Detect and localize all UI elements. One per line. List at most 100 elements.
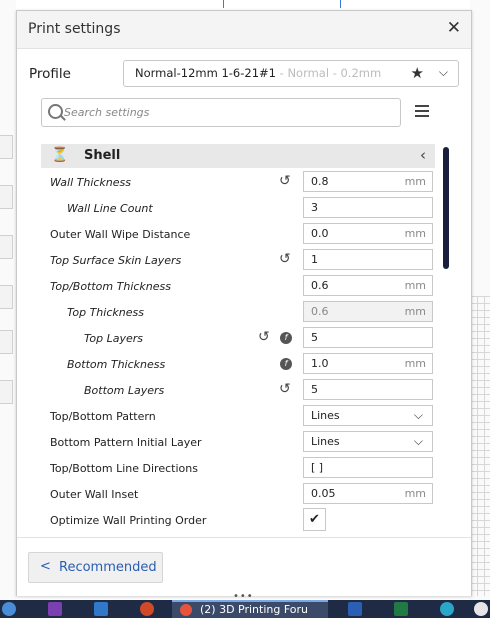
setting-label: Wall Thickness [50, 176, 131, 189]
function-icon[interactable]: f [280, 332, 292, 344]
shell-icon: ⏳ [51, 147, 69, 163]
setting-value: 0.05 [311, 487, 336, 500]
chevron-down-icon: ⌵ [413, 408, 423, 422]
setting-input[interactable]: 0.6 mm [303, 275, 433, 296]
background-tool-icon [0, 235, 13, 259]
setting-label: Top/Bottom Line Directions [50, 462, 198, 475]
setting-value: 0.6 [311, 305, 329, 318]
setting-row-outer-wall-inset: Outer Wall Inset 0.05 mm [17, 482, 471, 508]
setting-value: 5 [311, 383, 318, 396]
setting-value: Lines [311, 409, 340, 422]
setting-input[interactable]: 3 [303, 197, 433, 218]
setting-unit: mm [404, 487, 426, 500]
setting-label: Top/Bottom Pattern [50, 410, 156, 423]
reset-icon[interactable]: ↺ [279, 251, 291, 267]
setting-row-top-surface-skin-layers: Top Surface Skin Layers ↺ 1 [17, 248, 471, 274]
search-icon [48, 104, 63, 119]
start-icon[interactable] [2, 602, 16, 616]
reset-icon[interactable]: ↺ [279, 173, 291, 189]
settings-menu-icon[interactable] [415, 105, 429, 117]
setting-row-optimize-wall-order: Optimize Wall Printing Order ✔ [17, 508, 471, 534]
setting-input[interactable]: 0.0 mm [303, 223, 433, 244]
taskbar: (2) 3D Printing Foru [0, 600, 490, 618]
setting-unit: mm [404, 175, 426, 188]
setting-value: 0.6 [311, 279, 329, 292]
setting-label: Top Layers [84, 332, 143, 345]
background-left-strip [0, 0, 16, 600]
panel-title: Print settings [28, 21, 121, 37]
setting-label: Wall Line Count [67, 202, 153, 215]
setting-input[interactable]: [ ] [303, 457, 433, 478]
setting-input[interactable]: 5 [303, 327, 433, 348]
setting-row-line-directions: Top/Bottom Line Directions [ ] [17, 456, 471, 482]
print-settings-panel: Print settings ✕ Profile Normal-12mm 1-6… [16, 10, 472, 596]
setting-label: Bottom Layers [84, 384, 165, 397]
reset-icon[interactable]: ↺ [279, 381, 291, 397]
setting-value: 1 [311, 253, 318, 266]
setting-unit: mm [404, 279, 426, 292]
setting-row-bottom-thickness: Bottom Thickness f 1.0 mm [17, 352, 471, 378]
setting-input[interactable]: 1 [303, 249, 433, 270]
setting-input[interactable]: 1.0 mm [303, 353, 433, 374]
checkmark-icon: ✔ [309, 512, 320, 527]
setting-label: Outer Wall Inset [50, 488, 139, 501]
powerpoint-icon[interactable] [140, 602, 154, 616]
viewport-axis-mark [340, 0, 341, 8]
setting-row-bottom-pattern-initial-layer: Bottom Pattern Initial Layer Lines ⌵ [17, 430, 471, 456]
setting-label: Bottom Thickness [67, 358, 166, 371]
setting-row-wall-thickness: Wall Thickness ↺ 0.8 mm [17, 170, 471, 196]
setting-value: 3 [311, 201, 318, 214]
setting-dropdown[interactable]: Lines ⌵ [303, 405, 433, 426]
app-icon[interactable] [474, 602, 488, 616]
profile-dropdown[interactable]: Normal-12mm 1-6-21#1 - Normal - 0.2mm ★ … [123, 60, 459, 87]
taskbar-active-task[interactable]: (2) 3D Printing Foru [172, 600, 328, 618]
setting-checkbox[interactable]: ✔ [303, 508, 326, 531]
browser-icon [180, 604, 192, 616]
recommended-button[interactable]: < Recommended [28, 552, 163, 583]
panel-footer: < Recommended [17, 537, 471, 596]
category-header-shell[interactable]: ⏳ Shell ‹ [41, 144, 435, 168]
function-icon[interactable]: f [280, 358, 292, 370]
setting-value: 1.0 [311, 357, 329, 370]
setting-value: 0.0 [311, 227, 329, 240]
setting-label: Bottom Pattern Initial Layer [50, 436, 202, 449]
setting-label: Top Surface Skin Layers [50, 254, 182, 267]
setting-input[interactable]: 5 [303, 379, 433, 400]
setting-row-top-layers: Top Layers ↺ f 5 [17, 326, 471, 352]
star-icon[interactable]: ★ [411, 64, 424, 82]
setting-value: Lines [311, 435, 340, 448]
excel-icon[interactable] [394, 602, 408, 616]
chevron-left-icon[interactable]: ‹ [420, 146, 426, 164]
setting-unit: mm [404, 305, 426, 318]
setting-row-top-thickness: Top Thickness 0.6 mm [17, 300, 471, 326]
setting-row-wall-line-count: Wall Line Count 3 [17, 196, 471, 222]
word-icon[interactable] [348, 602, 362, 616]
setting-input[interactable]: 0.05 mm [303, 483, 433, 504]
close-icon[interactable]: ✕ [447, 18, 461, 38]
setting-dropdown[interactable]: Lines ⌵ [303, 431, 433, 452]
reset-icon[interactable]: ↺ [258, 329, 270, 345]
background-tool-icon [0, 380, 13, 404]
category-label: Shell [84, 148, 121, 163]
background-tool-icon [0, 285, 13, 309]
setting-label: Top/Bottom Thickness [50, 280, 171, 293]
chevron-down-icon: ⌵ [413, 434, 423, 448]
setting-value: [ ] [311, 461, 324, 474]
setting-input[interactable]: 0.8 mm [303, 171, 433, 192]
setting-row-top-bottom-pattern: Top/Bottom Pattern Lines ⌵ [17, 404, 471, 430]
background-tool-icon [0, 330, 13, 354]
setting-input-disabled: 0.6 mm [303, 301, 433, 322]
search-placeholder: Search settings [64, 106, 150, 119]
search-input[interactable]: Search settings [41, 98, 401, 127]
panel-titlebar: Print settings ✕ [17, 11, 471, 49]
onenote-icon[interactable] [48, 602, 62, 616]
outlook-icon[interactable] [94, 602, 108, 616]
profile-quality: - Normal - 0.2mm [275, 66, 382, 80]
background-tool-icon [0, 185, 13, 209]
viewport-axis-mark [223, 0, 224, 8]
setting-label: Top Thickness [67, 306, 144, 319]
app-icon[interactable] [440, 602, 454, 616]
build-plate-grid [470, 296, 490, 596]
profile-label: Profile [29, 66, 71, 82]
chevron-down-icon: ⌵ [438, 65, 448, 79]
